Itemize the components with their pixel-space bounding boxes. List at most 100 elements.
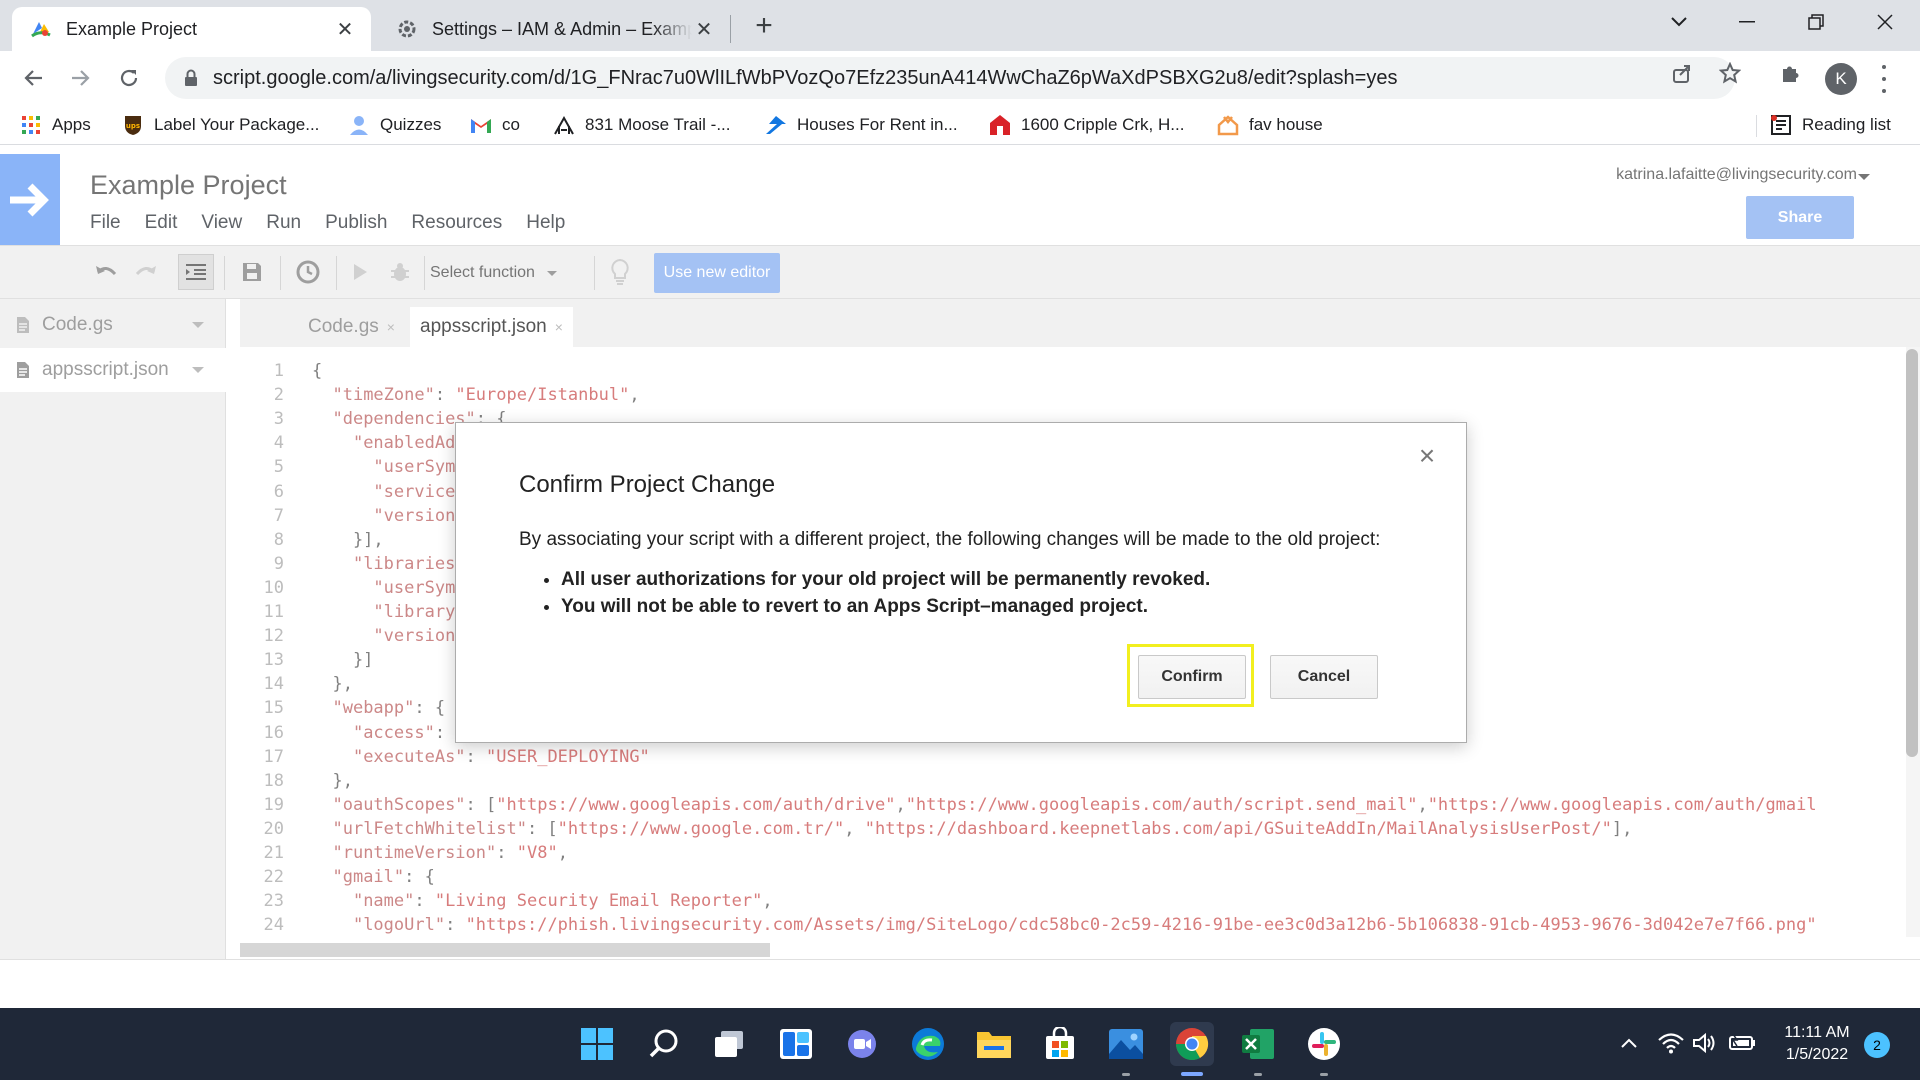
code-line[interactable]: 2 "timeZone": "Europe/Istanbul", — [240, 383, 1906, 407]
tab-close-icon[interactable]: ✕ — [692, 17, 716, 41]
redo-icon[interactable] — [128, 254, 164, 290]
editor-toolbar: Select function Use new editor — [0, 245, 1920, 299]
bookmark-quizzes[interactable]: Quizzes — [348, 113, 441, 137]
browser-menu-icon[interactable] — [1880, 65, 1888, 93]
account-caret-icon[interactable] — [1858, 174, 1870, 180]
file-item-appsscript-json[interactable]: appsscript.json — [0, 348, 226, 392]
debug-bug-icon[interactable] — [382, 254, 418, 290]
photos-icon[interactable] — [1104, 1022, 1148, 1066]
clock-time: 11:11 AM — [1784, 1024, 1850, 1041]
triggers-clock-icon[interactable] — [290, 254, 326, 290]
save-icon[interactable] — [234, 254, 270, 290]
lightbulb-icon[interactable] — [602, 254, 638, 290]
user-email[interactable]: katrina.lafaitte@livingsecurity.com — [1616, 166, 1857, 184]
bookmark-star-icon[interactable] — [1718, 61, 1742, 85]
file-item-code-gs[interactable]: Code.gs — [0, 303, 226, 347]
line-number: 10 — [263, 577, 284, 598]
menu-help[interactable]: Help — [526, 212, 565, 234]
wifi-icon[interactable] — [1656, 1028, 1686, 1058]
undo-icon[interactable] — [88, 254, 124, 290]
editor-tab-code-gs[interactable]: Code.gs × — [298, 307, 405, 347]
menu-file[interactable]: File — [90, 212, 121, 234]
reading-list-button[interactable]: Reading list — [1770, 113, 1891, 137]
select-function-dropdown[interactable]: Select function — [430, 260, 557, 286]
new-tab-button[interactable]: + — [748, 9, 780, 42]
reload-icon[interactable] — [112, 61, 146, 95]
line-number: 12 — [263, 626, 284, 647]
line-number: 24 — [263, 915, 284, 936]
cancel-button[interactable]: Cancel — [1270, 655, 1378, 699]
bookmark-houses-for-rent[interactable]: Houses For Rent in... — [765, 113, 958, 137]
slack-icon[interactable] — [1302, 1022, 1346, 1066]
tab-search-chevron-icon[interactable] — [1648, 0, 1710, 44]
system-clock[interactable]: 11:11 AM 1/5/2022 — [1772, 1022, 1862, 1066]
code-line[interactable]: 19 "oauthScopes": ["https://www.googleap… — [240, 793, 1906, 817]
battery-icon[interactable] — [1728, 1028, 1758, 1058]
bookmark-1600-cripple-crk[interactable]: 1600 Cripple Crk, H... — [989, 113, 1184, 137]
bookmark-apps[interactable]: Apps — [20, 113, 91, 137]
profile-avatar[interactable]: K — [1825, 63, 1857, 95]
code-line[interactable]: 23 "name": "Living Security Email Report… — [240, 889, 1906, 913]
tab-settings-iam[interactable]: Settings – IAM & Admin – Example Project… — [378, 7, 730, 51]
dialog-bullet: All user authorizations for your old pro… — [561, 569, 1210, 591]
forward-arrow-icon[interactable] — [64, 61, 98, 95]
bookmark-fav-house[interactable]: fav house — [1217, 113, 1323, 137]
code-line[interactable]: 17 "executeAs": "USER_DEPLOYING" — [240, 745, 1906, 769]
show-hidden-icons-chevron-icon[interactable] — [1614, 1028, 1644, 1058]
bookmark-co[interactable]: co — [470, 113, 520, 137]
task-view-icon[interactable] — [708, 1022, 752, 1066]
confirm-button[interactable]: Confirm — [1138, 655, 1246, 699]
code-line[interactable]: 21 "runtimeVersion": "V8", — [240, 841, 1906, 865]
window-close-icon[interactable] — [1854, 0, 1916, 44]
bookmark-831-moose-trail[interactable]: 831 Moose Trail -... — [553, 113, 731, 137]
widgets-icon[interactable] — [774, 1022, 818, 1066]
minimize-icon[interactable] — [1716, 0, 1778, 44]
excel-icon[interactable] — [1236, 1022, 1280, 1066]
editor-tab-label: appsscript.json — [420, 316, 547, 337]
search-icon[interactable] — [642, 1022, 686, 1066]
dialog-close-icon[interactable]: × — [1414, 440, 1440, 471]
tab-example-project[interactable]: Example Project ✕ — [12, 7, 371, 51]
windows-start-icon[interactable] — [575, 1022, 619, 1066]
file-menu-caret-icon[interactable] — [192, 322, 204, 328]
chrome-browser-icon[interactable] — [1170, 1022, 1214, 1066]
tab-close-icon[interactable]: × — [555, 319, 563, 335]
project-title[interactable]: Example Project — [90, 170, 287, 201]
edge-browser-icon[interactable] — [906, 1022, 950, 1066]
teams-chat-icon[interactable] — [840, 1022, 884, 1066]
code-line[interactable]: 20 "urlFetchWhitelist": ["https://www.go… — [240, 817, 1906, 841]
toolbar-separator — [594, 256, 595, 290]
volume-icon[interactable] — [1690, 1028, 1720, 1058]
back-arrow-icon[interactable] — [16, 61, 50, 95]
file-menu-caret-icon[interactable] — [192, 367, 204, 373]
use-new-editor-button[interactable]: Use new editor — [654, 253, 780, 293]
vertical-scrollbar-thumb[interactable] — [1906, 349, 1918, 757]
address-bar[interactable]: script.google.com/a/livingsecurity.com/d… — [165, 57, 1735, 99]
bookmark-label-your-package[interactable]: ups Label Your Package... — [122, 113, 319, 137]
line-number: 8 — [273, 529, 284, 550]
share-button[interactable]: Share — [1746, 196, 1854, 239]
code-line[interactable]: 22 "gmail": { — [240, 865, 1906, 889]
horizontal-scrollbar-thumb[interactable] — [240, 943, 770, 957]
notification-badge[interactable]: 2 — [1864, 1032, 1890, 1058]
editor-tab-appsscript-json[interactable]: appsscript.json × — [410, 307, 573, 347]
menu-run[interactable]: Run — [266, 212, 301, 234]
microsoft-store-icon[interactable] — [1038, 1022, 1082, 1066]
apps-grid-icon — [20, 114, 42, 136]
extensions-puzzle-icon[interactable] — [1778, 61, 1802, 85]
code-line[interactable]: 18 }, — [240, 769, 1906, 793]
tab-close-icon[interactable]: ✕ — [333, 17, 357, 41]
back-arrow-logo-icon[interactable] — [0, 154, 60, 245]
restore-icon[interactable] — [1785, 0, 1847, 44]
file-explorer-icon[interactable] — [972, 1022, 1016, 1066]
menu-resources[interactable]: Resources — [411, 212, 502, 234]
indent-icon[interactable] — [178, 254, 214, 290]
code-line[interactable]: 24 "logoUrl": "https://phish.livingsecur… — [240, 913, 1906, 937]
menu-edit[interactable]: Edit — [145, 212, 178, 234]
menu-view[interactable]: View — [201, 212, 242, 234]
menu-publish[interactable]: Publish — [325, 212, 387, 234]
tab-close-icon[interactable]: × — [387, 319, 395, 335]
code-line[interactable]: 1{ — [240, 359, 1906, 383]
run-play-icon[interactable] — [342, 254, 378, 290]
share-page-icon[interactable] — [1670, 61, 1694, 85]
